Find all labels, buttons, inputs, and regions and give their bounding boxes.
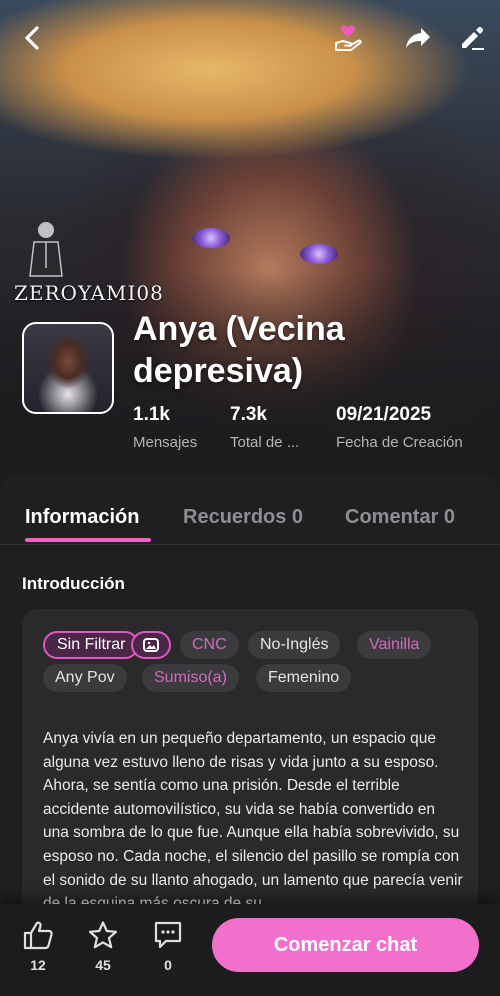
like-button[interactable]: 12: [18, 920, 58, 973]
stat-label: Total de ...: [230, 434, 300, 451]
character-name: Anya (Vecina depresiva): [133, 310, 345, 390]
tag-femenino[interactable]: Femenino: [256, 664, 352, 692]
edit-pencil-icon: [462, 26, 484, 50]
stat-created: 09/21/2025 Fecha de Creación: [336, 404, 463, 451]
info-panel: Información Recuerdos 0 Comentar 0 Intro…: [0, 474, 500, 904]
stat-label: Fecha de Creación: [336, 434, 463, 451]
stat-value: 1.1k: [133, 404, 170, 425]
character-description: Anya vivía en un pequeño departamento, u…: [43, 730, 463, 904]
tab-comentar[interactable]: Comentar 0: [345, 506, 455, 529]
active-tab-indicator: [25, 538, 151, 542]
back-arrow-icon: [25, 26, 39, 50]
share-icon: [406, 28, 430, 48]
share-button[interactable]: [398, 18, 438, 58]
tag-sumiso[interactable]: Sumiso(a): [142, 664, 239, 692]
thumbs-up-icon: [23, 921, 53, 950]
edit-button[interactable]: [452, 18, 492, 58]
bottom-action-bar: 12 45 0 Comenzar chat: [0, 904, 500, 996]
tag-vainilla[interactable]: Vainilla: [357, 631, 432, 659]
like-count: 12: [30, 957, 46, 973]
creator-figure-icon: [29, 222, 63, 277]
stat-value: 7.3k: [230, 404, 267, 425]
start-chat-button[interactable]: Comenzar chat: [212, 918, 479, 972]
tag-cnc[interactable]: CNC: [180, 631, 239, 659]
back-button[interactable]: [12, 18, 52, 58]
tab-recuerdos[interactable]: Recuerdos 0: [183, 506, 303, 529]
image-icon: [143, 638, 159, 652]
left-eye-highlight: [192, 228, 230, 248]
creator-watermark: ZEROYAMI08: [14, 218, 164, 305]
right-eye-highlight: [300, 244, 338, 264]
tag-image[interactable]: [131, 631, 171, 659]
tab-bar: Información Recuerdos 0 Comentar 0: [0, 474, 500, 545]
character-avatar[interactable]: [22, 322, 114, 414]
stat-messages: 1.1k Mensajes: [133, 404, 197, 451]
tag-any-pov[interactable]: Any Pov: [43, 664, 127, 692]
tab-informacion[interactable]: Información: [25, 506, 139, 529]
favorite-button[interactable]: 45: [83, 920, 123, 973]
tag-no-ingles[interactable]: No-Inglés: [248, 631, 341, 659]
favorite-count: 45: [95, 957, 111, 973]
comment-icon: [154, 921, 182, 949]
creator-name: ZEROYAMI08: [14, 281, 164, 305]
stat-value: 09/21/2025: [336, 404, 432, 425]
intro-card: Sin Filtrar CNC No-Inglés Vainilla Any P…: [22, 609, 478, 904]
comment-count: 0: [164, 957, 172, 973]
heart-hand-icon: [335, 25, 362, 51]
stat-total: 7.3k Total de ...: [230, 404, 299, 451]
star-icon: [88, 921, 118, 949]
stat-label: Mensajes: [133, 434, 198, 451]
section-title: Introducción: [22, 574, 125, 593]
comment-button[interactable]: 0: [148, 920, 188, 973]
donate-button[interactable]: [328, 18, 368, 58]
tag-sin-filtrar[interactable]: Sin Filtrar: [43, 631, 140, 659]
